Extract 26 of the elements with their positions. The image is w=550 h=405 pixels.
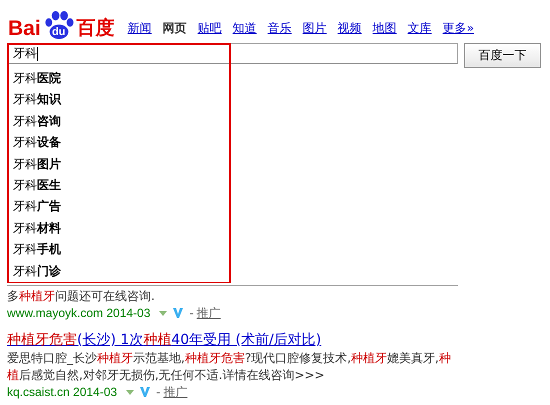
result-url: kq.csaist.cn 2014-03 — [7, 384, 118, 400]
verified-v-icon[interactable] — [173, 308, 184, 318]
verified-v-icon[interactable] — [140, 387, 150, 397]
separator-text: - — [189, 305, 194, 321]
separator-text: - — [156, 384, 160, 400]
promotion-link[interactable]: 推广 — [163, 384, 188, 400]
result-snippet: 多种植牙问题还可在线咨询. — [7, 288, 156, 305]
nav-link[interactable]: 贴吧 — [198, 20, 222, 37]
dropdown-arrow-icon[interactable] — [126, 390, 134, 394]
nav-link[interactable]: 更多» — [442, 20, 474, 37]
nav-link[interactable]: 网页 — [162, 20, 187, 37]
search-field[interactable]: 牙科 — [7, 43, 458, 64]
nav-link[interactable]: 新闻 — [128, 20, 152, 37]
nav-link[interactable]: 地图 — [372, 20, 397, 37]
result-snippet: 爱思特口腔_长沙种植牙示范基地,种植牙危害?现代口腔修复技术,种植牙媲美真牙,种植后感觉自然,对邻牙无损伤,无任何不适.详情在线咨询>>> — [7, 350, 452, 384]
nav-link[interactable]: 文库 — [408, 20, 432, 37]
nav-link[interactable]: 知道 — [232, 20, 257, 37]
search-button[interactable]: 百度一下 — [464, 43, 541, 68]
nav-link[interactable]: 音乐 — [268, 20, 292, 37]
nav-link[interactable]: 视频 — [338, 20, 362, 37]
logo-text[interactable]: Bai — [8, 18, 41, 40]
nav-link[interactable]: 图片 — [302, 20, 327, 37]
promotion-link[interactable]: 推广 — [196, 305, 221, 321]
dropdown-arrow-icon[interactable] — [159, 310, 168, 316]
result-url: www.mayoyk.com 2014-03 — [7, 305, 150, 321]
logo-text[interactable]: 百度 — [76, 18, 115, 40]
